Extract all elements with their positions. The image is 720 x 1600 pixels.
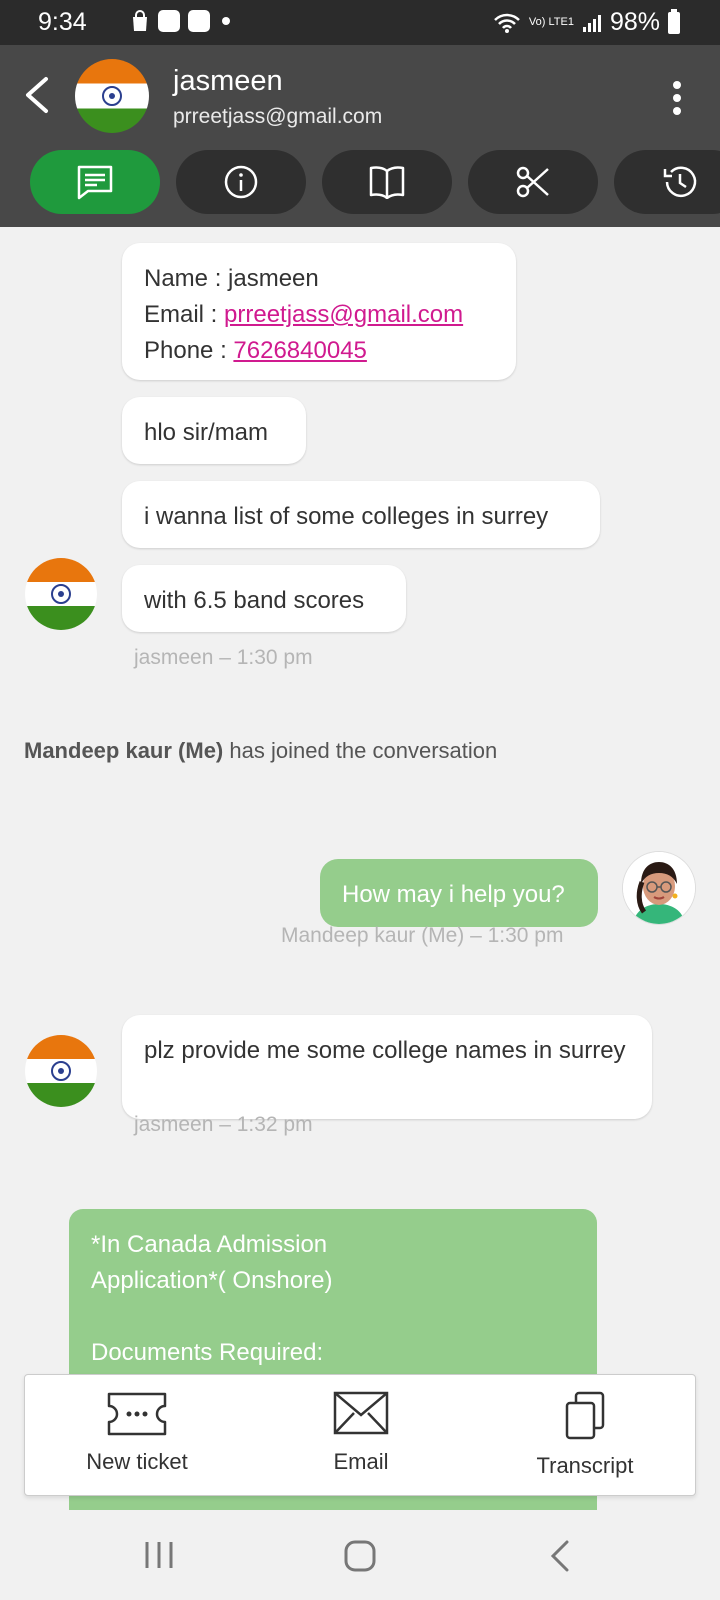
- info-email-row: Email : prreetjass@gmail.com: [144, 297, 494, 333]
- template-line: Application*( Onshore): [91, 1267, 333, 1294]
- info-phone-row: Phone : 7626840045: [144, 333, 494, 369]
- visitor-avatar: [25, 558, 97, 630]
- agent-cartoon-icon: [623, 852, 695, 924]
- agent-avatar: [623, 852, 695, 924]
- back-arrow-icon[interactable]: [18, 75, 58, 115]
- envelope-icon: [333, 1391, 389, 1435]
- message-bubble: with 6.5 band scores: [122, 565, 406, 632]
- join-text: has joined the conversation: [223, 738, 498, 763]
- status-time: 9:34: [38, 8, 87, 36]
- join-agent-name: Mandeep kaur (Me): [24, 738, 224, 763]
- notification-icons: [130, 10, 230, 32]
- agent-message-bubble: How may i help you?: [320, 859, 598, 927]
- chat-actions-card: New ticket Email Transcript: [24, 1374, 696, 1496]
- status-right: Vo) LTE1 98%: [493, 8, 680, 37]
- info-phone-label: Phone :: [144, 337, 234, 364]
- contact-email: prreetjass@gmail.com: [173, 105, 383, 128]
- info-email-label: Email :: [144, 301, 225, 328]
- tab-info[interactable]: [176, 150, 306, 214]
- network-label: Vo) LTE1: [528, 16, 574, 28]
- new-ticket-button[interactable]: New ticket: [25, 1375, 249, 1497]
- book-icon: [369, 166, 405, 199]
- info-name-label: Name :: [144, 265, 229, 292]
- chat-transcript[interactable]: Name : jasmeen Email : prreetjass@gmail.…: [0, 227, 720, 1510]
- shopping-bag-icon: [133, 10, 147, 31]
- new-ticket-label: New ticket: [86, 1449, 188, 1474]
- recent-apps-icon[interactable]: [144, 1540, 174, 1570]
- scissors-icon: [516, 166, 549, 198]
- tab-bar: [30, 150, 720, 214]
- template-line: *In Canada Admission: [91, 1231, 328, 1258]
- message-bubble: plz provide me some college names in sur…: [122, 1015, 652, 1119]
- message-bubble: hlo sir/mam: [122, 397, 306, 464]
- copy-icon: [565, 1391, 605, 1440]
- tab-knowledge-base[interactable]: [322, 150, 452, 214]
- app-notification-icon: [158, 10, 180, 32]
- signal-icon: [582, 14, 601, 32]
- more-options-icon[interactable]: [672, 81, 682, 115]
- message-meta: jasmeen – 1:30 pm: [134, 646, 313, 669]
- system-join-notice: Mandeep kaur (Me) has joined the convers…: [24, 738, 497, 764]
- back-icon[interactable]: [549, 1540, 571, 1572]
- message-meta: Mandeep kaur (Me) – 1:30 pm: [281, 924, 564, 947]
- app-notification-icon: [188, 10, 210, 32]
- info-phone-link[interactable]: 7626840045: [233, 337, 366, 364]
- history-icon: [663, 166, 697, 198]
- message-meta: jasmeen – 1:32 pm: [134, 1113, 313, 1136]
- battery-icon: [668, 8, 680, 34]
- contact-avatar[interactable]: [75, 59, 149, 133]
- wifi-icon: [494, 13, 520, 33]
- transcript-button[interactable]: Transcript: [473, 1375, 697, 1497]
- email-label: Email: [333, 1449, 389, 1474]
- home-icon[interactable]: [344, 1540, 376, 1572]
- template-line: Documents Required:: [91, 1339, 324, 1366]
- tab-canned-responses[interactable]: [468, 150, 598, 214]
- ticket-icon: [107, 1392, 167, 1436]
- chat-icon: [77, 165, 113, 200]
- info-email-link[interactable]: prreetjass@gmail.com: [224, 301, 463, 328]
- info-icon: [224, 165, 258, 199]
- tab-chat[interactable]: [30, 150, 160, 214]
- email-button[interactable]: Email: [249, 1375, 473, 1497]
- more-notifications-dot: [222, 17, 230, 25]
- visitor-info-card: Name : jasmeen Email : prreetjass@gmail.…: [122, 243, 516, 380]
- system-nav-bar: [0, 1510, 720, 1600]
- contact-name: jasmeen: [173, 65, 283, 97]
- conversation-header: jasmeen prreetjass@gmail.com: [0, 45, 720, 227]
- status-bar: 9:34 Vo) LTE1 98%: [0, 0, 720, 45]
- info-name-value: jasmeen: [228, 265, 319, 292]
- message-bubble: i wanna list of some colleges in surrey: [122, 481, 600, 548]
- tab-history[interactable]: [614, 150, 720, 214]
- battery-percent: 98%: [609, 8, 660, 36]
- transcript-label: Transcript: [536, 1453, 634, 1478]
- visitor-avatar: [25, 1035, 97, 1107]
- info-name-row: Name : jasmeen: [144, 261, 494, 297]
